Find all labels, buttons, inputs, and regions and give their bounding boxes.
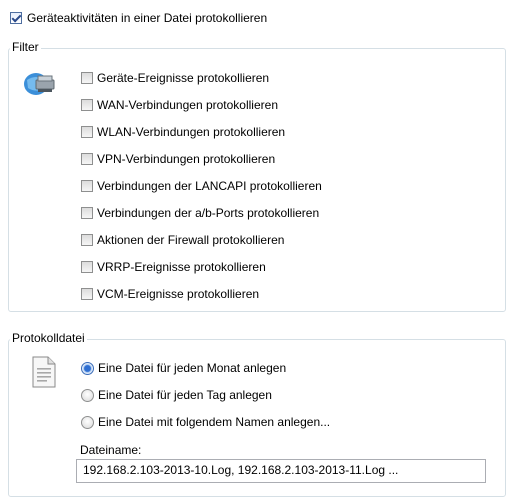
filter-label-vcm: VCM-Ereignisse protokollieren [97,287,260,301]
network-devices-icon [22,66,58,98]
radio-named-file[interactable] [81,416,94,429]
filter-checkbox-firewall[interactable] [81,234,93,246]
filter-label-vrrp: VRRP-Ereignisse protokollieren [97,260,266,274]
radio-monthly-file[interactable] [81,362,94,375]
radio-named-file-label: Eine Datei mit folgendem Namen anlegen..… [98,415,331,429]
filter-checkbox-ab-ports[interactable] [81,207,93,219]
filter-label-ab-ports: Verbindungen der a/b-Ports protokolliere… [97,206,320,220]
filename-field[interactable]: 192.168.2.103-2013-10.Log, 192.168.2.103… [76,459,486,483]
logfile-group-title: Protokolldatei [10,331,87,345]
filename-label: Dateiname: [80,443,142,457]
filter-checkbox-vcm[interactable] [81,288,93,300]
filter-checkbox-wlan[interactable] [81,126,93,138]
filter-checkbox-vpn[interactable] [81,153,93,165]
filter-checkbox-wan[interactable] [81,99,93,111]
filter-label-vpn: VPN-Verbindungen protokollieren [97,152,276,166]
filter-group-title: Filter [10,40,41,54]
log-activities-label: Geräteaktivitäten in einer Datei protoko… [27,11,268,25]
log-activities-checkbox[interactable] [10,12,22,24]
filter-label-wan: WAN-Verbindungen protokollieren [97,98,278,112]
radio-daily-file-label: Eine Datei für jeden Tag anlegen [98,388,272,402]
filter-label-device-events: Geräte-Ereignisse protokollieren [97,71,270,85]
filter-checkbox-lancapi[interactable] [81,180,93,192]
document-icon [32,356,56,388]
filter-checkbox-vrrp[interactable] [81,261,93,273]
filter-label-firewall: Aktionen der Firewall protokollieren [97,233,285,247]
filter-label-wlan: WLAN-Verbindungen protokollieren [97,125,286,139]
filter-label-lancapi: Verbindungen der LANCAPI protokollieren [97,179,322,193]
radio-monthly-file-label: Eine Datei für jeden Monat anlegen [98,361,287,375]
filter-checkbox-device-events[interactable] [81,72,93,84]
radio-daily-file[interactable] [81,389,94,402]
